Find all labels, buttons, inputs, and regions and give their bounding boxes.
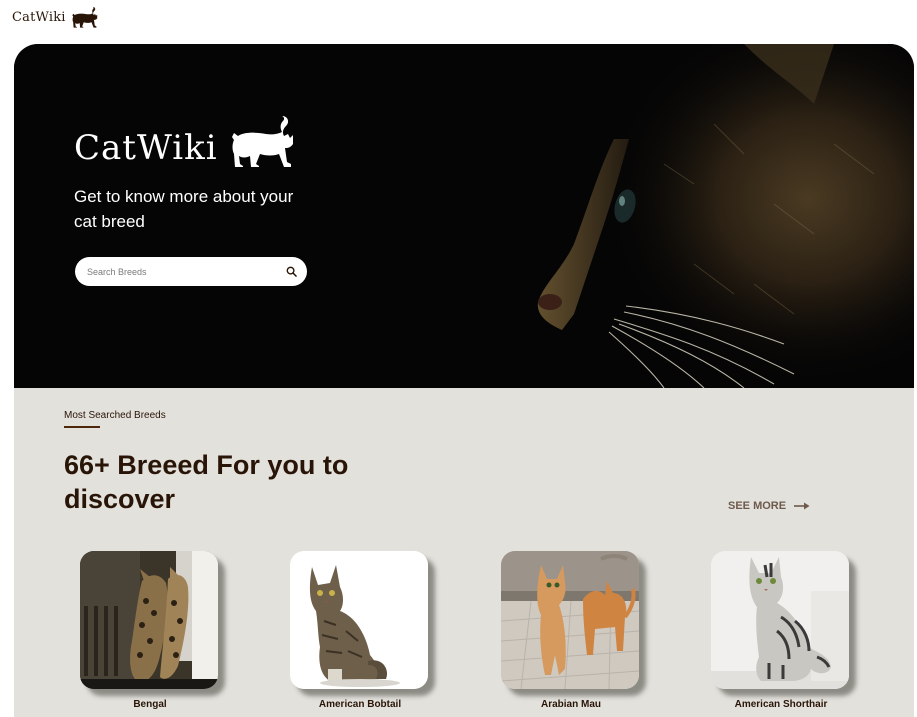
most-searched-section: Most Searched Breeds 66+ Breeed For you … <box>14 388 914 717</box>
breed-image[interactable] <box>80 551 218 689</box>
section-heading: 66+ Breeed For you to discover <box>64 450 349 514</box>
cat-silhouette-icon <box>72 6 97 28</box>
breed-image[interactable] <box>711 551 849 689</box>
search-icon[interactable] <box>286 266 297 277</box>
breed-name[interactable]: American Shorthair <box>711 699 851 710</box>
section-label: Most Searched Breeds <box>64 410 166 421</box>
breed-name[interactable]: Arabian Mau <box>501 699 641 710</box>
hero-brand-text: CatWiki <box>74 128 218 168</box>
logo-text: CatWiki <box>12 9 66 25</box>
breed-image[interactable] <box>501 551 639 689</box>
section-underline <box>64 426 100 428</box>
see-more-label: SEE MORE <box>728 500 787 512</box>
breed-name[interactable]: American Bobtail <box>290 699 430 710</box>
hero-brand: CatWiki <box>74 114 296 168</box>
breed-image[interactable] <box>290 551 428 689</box>
breed-card[interactable]: American Bobtail <box>290 551 430 710</box>
breed-card[interactable]: Arabian Mau <box>501 551 641 710</box>
arrow-right-icon <box>794 502 810 510</box>
site-logo[interactable]: CatWiki <box>12 4 100 30</box>
breed-name[interactable]: Bengal <box>80 699 220 710</box>
search-input[interactable] <box>85 265 286 278</box>
breed-card[interactable]: American Shorthair <box>711 551 851 710</box>
hero-tagline: Get to know more about your cat breed <box>74 187 294 231</box>
breed-card[interactable]: Bengal <box>80 551 220 710</box>
see-more-link[interactable]: SEE MORE <box>728 500 810 512</box>
cat-silhouette-icon <box>231 116 293 167</box>
search-box[interactable] <box>75 257 307 286</box>
hero-banner: CatWiki Get to know more about your cat … <box>14 44 914 388</box>
